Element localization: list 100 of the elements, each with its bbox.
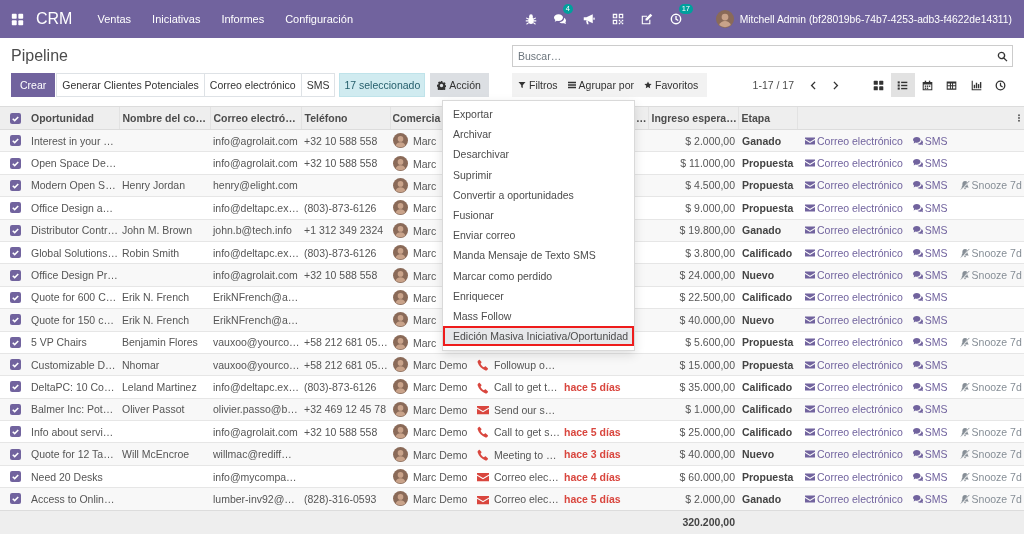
email-button[interactable]: Correo electrónico (805, 358, 903, 371)
table-row[interactable]: Quote for 12 Ta… Will McEncroe willmac@rediff… Marc Demo Meeting to … hace 3 días $ 40.000,00 Nuevo Correo electrónico SMS Snooze 7d (0, 442, 1024, 466)
email-button[interactable]: Correo electrónico (805, 425, 903, 438)
sms-button[interactable]: SMS (912, 381, 948, 393)
search-icon[interactable] (997, 50, 1008, 62)
sms-button[interactable]: SMS (912, 403, 948, 416)
email-button[interactable]: Correo electrónico (805, 381, 903, 393)
sms-button[interactable]: SMS (912, 336, 948, 349)
table-row[interactable]: DeltaPC: 10 Co… Leland Martinez info@deltapc.ex… (803)-873-6126 Marc Demo Call to get t… hace 5 días $ 35.000,00 Calificado Correo electrónico SMS Snooze 7d (0, 375, 1024, 399)
envelope-icon[interactable] (477, 493, 489, 506)
sms-button[interactable]: SMS (912, 224, 948, 237)
row-checkbox[interactable] (10, 269, 21, 281)
table-row[interactable]: Access to Onlin… lumber-inv92@… (828)-316-0593 Marc Demo Correo elec… hace 5 días $ 2.000,00 Ganado Correo electrónico SMS Snooze 7d (0, 487, 1024, 511)
row-checkbox[interactable] (10, 314, 21, 326)
list-view-button[interactable] (890, 73, 915, 97)
snooze-button[interactable]: Snooze 7d (959, 336, 1022, 349)
sms-button[interactable]: SMS (912, 470, 948, 483)
sms-button[interactable]: SMS (912, 246, 948, 259)
sms-button[interactable]: SMS (912, 201, 948, 214)
row-checkbox[interactable] (10, 493, 21, 505)
row-checkbox[interactable] (10, 224, 21, 236)
row-checkbox[interactable] (10, 448, 21, 460)
email-button[interactable]: Correo electrónico (805, 313, 903, 326)
app-name[interactable]: CRM (36, 10, 73, 28)
email-button[interactable]: Correo electrónico (805, 269, 903, 282)
row-checkbox[interactable] (10, 471, 21, 483)
action-menu-item[interactable]: Edición Masiva Iniciativa/Oportunidad (443, 326, 634, 347)
menu-item[interactable]: Ventas (97, 13, 132, 25)
email-button[interactable]: Correo electrónico (805, 448, 903, 461)
search-field[interactable]: Buscar… (512, 45, 1013, 67)
chat-icon[interactable] (554, 13, 567, 25)
user-menu[interactable]: Mitchell Admin (bf28019b6-74b7-4253-adb3-f4622de14311) (739, 13, 1012, 25)
menu-item[interactable]: Configuración (285, 13, 354, 25)
qr-code-icon[interactable] (612, 13, 625, 25)
toolbar-button[interactable]: Generar Clientes Potenciales (56, 73, 205, 97)
row-checkbox[interactable] (10, 247, 21, 259)
table-row[interactable]: Customizable D… Nhomar vauxoo@yourco… +58 212 681 05… Marc Demo Followup o… $ 15.000,00 Propuesta Correo electrónico SMS (0, 353, 1024, 376)
email-button[interactable]: Correo electrónico (805, 470, 903, 483)
table-row[interactable]: Info about servi… info@agrolait.com +32 10 588 558 Marc Demo Call to get s… hace 5 días $ 25.000,00 Calificado Correo electrónico SMS Snooze 7d (0, 420, 1024, 443)
sms-button[interactable]: SMS (912, 134, 948, 147)
snooze-button[interactable]: Snooze 7d (959, 425, 1022, 438)
sms-button[interactable]: SMS (912, 425, 948, 438)
envelope-icon[interactable] (477, 404, 489, 416)
sms-button[interactable]: SMS (912, 291, 948, 304)
row-checkbox[interactable] (10, 202, 21, 214)
toolbar-button[interactable]: Correo electrónico (203, 73, 302, 97)
snooze-button[interactable]: Snooze 7d (959, 470, 1022, 483)
group-by-button[interactable]: Agrupar por (564, 73, 638, 97)
sms-button[interactable]: SMS (912, 157, 948, 170)
sms-button[interactable]: SMS (912, 179, 948, 192)
row-checkbox[interactable] (10, 403, 21, 415)
phone-icon[interactable] (477, 426, 489, 439)
grid-icon[interactable] (11, 12, 24, 26)
vertical-dots-icon[interactable] (1015, 113, 1023, 123)
action-menu-item[interactable]: Manda Mensaje de Texto SMS (443, 245, 634, 266)
pager-value[interactable]: 1-17 / 17 (752, 79, 794, 91)
action-menu-item[interactable]: Enviar correo (443, 225, 634, 246)
email-button[interactable]: Correo electrónico (805, 492, 903, 505)
toolbar-button[interactable]: SMS (300, 73, 336, 97)
snooze-button[interactable]: Snooze 7d (959, 179, 1022, 192)
menu-item[interactable]: Iniciativas (152, 13, 201, 25)
snooze-button[interactable]: Snooze 7d (959, 269, 1022, 282)
action-menu-item[interactable]: Fusionar (443, 204, 634, 226)
row-checkbox[interactable] (10, 426, 21, 438)
action-menu-item[interactable]: Desarchivar (443, 144, 634, 165)
clock-icon[interactable] (670, 13, 683, 25)
phone-icon[interactable] (477, 359, 489, 372)
create-button[interactable]: Crear (11, 73, 56, 97)
email-button[interactable]: Correo electrónico (805, 157, 903, 170)
row-checkbox[interactable] (10, 381, 21, 393)
action-menu-item[interactable]: Archivar (443, 124, 634, 145)
action-menu-item[interactable]: Mass Follow (443, 305, 634, 327)
row-checkbox[interactable] (10, 135, 21, 147)
sms-button[interactable]: SMS (912, 448, 948, 461)
snooze-button[interactable]: Snooze 7d (959, 448, 1022, 461)
table-row[interactable]: Balmer Inc: Pot… Oliver Passot olivier.passo@b… +32 469 12 45 78 Marc Demo Send our s… $ 1.000,00 Calificado Correo electrónico SMS (0, 398, 1024, 421)
snooze-button[interactable]: Snooze 7d (959, 381, 1022, 393)
email-button[interactable]: Correo electrónico (805, 201, 903, 214)
email-button[interactable]: Correo electrónico (805, 179, 903, 192)
row-checkbox[interactable] (10, 336, 21, 348)
phone-icon[interactable] (477, 381, 489, 394)
action-menu-item[interactable]: Suprimir (443, 164, 634, 185)
email-button[interactable]: Correo electrónico (805, 246, 903, 259)
action-menu-item[interactable]: Exportar (443, 104, 634, 125)
email-button[interactable]: Correo electrónico (805, 134, 903, 147)
email-button[interactable]: Correo electrónico (805, 224, 903, 237)
envelope-icon[interactable] (477, 471, 489, 484)
row-checkbox[interactable] (10, 359, 21, 371)
snooze-button[interactable]: Snooze 7d (959, 246, 1022, 259)
filters-button[interactable]: Filtros (515, 73, 561, 97)
sms-button[interactable]: SMS (912, 492, 948, 505)
megaphone-icon[interactable] (583, 13, 596, 25)
menu-item[interactable]: Informes (221, 13, 265, 25)
row-checkbox[interactable] (10, 291, 21, 303)
sms-button[interactable]: SMS (912, 313, 948, 326)
row-checkbox[interactable] (10, 179, 21, 191)
column-header[interactable]: Oportunidad (31, 112, 94, 124)
row-checkbox[interactable] (10, 157, 21, 169)
bug-icon[interactable] (525, 13, 538, 25)
table-row[interactable]: Need 20 Desks info@mycompa… Marc Demo Correo elec… hace 4 días $ 60.000,00 Propuesta Correo electrónico SMS Snooze 7d (0, 465, 1024, 488)
